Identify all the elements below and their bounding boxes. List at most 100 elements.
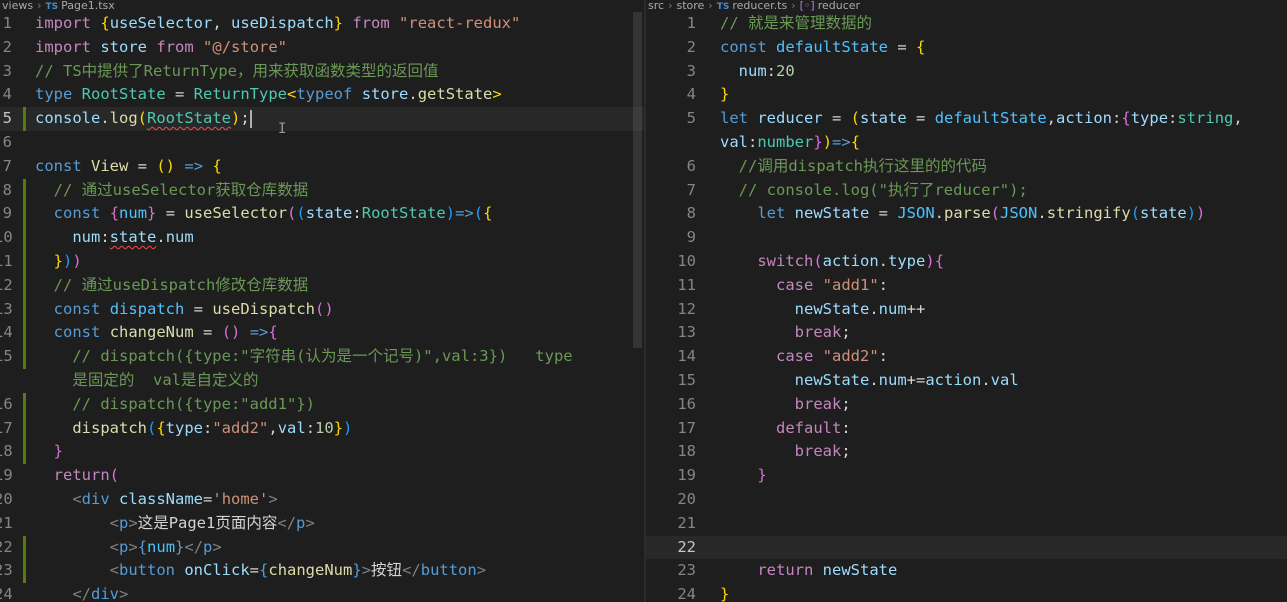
- code-line-current[interactable]: 22: [646, 535, 1287, 560]
- line-number: 11: [677, 275, 696, 294]
- line-number: 18: [677, 442, 696, 461]
- comment-text: 是固定的 val是自定义的: [35, 370, 259, 389]
- line-number: 19: [677, 466, 696, 485]
- comment-text: // TS中提供了ReturnType，用来获取函数类型的返回值: [35, 61, 439, 80]
- code-line[interactable]: 20: [646, 488, 1287, 512]
- code-line-wrapped[interactable]: val:number})=>{: [646, 131, 1287, 155]
- typescript-icon: TS: [716, 2, 730, 12]
- gutter-change-marker: [23, 392, 26, 417]
- code-line[interactable]: 15 newState.num+=action.val: [646, 369, 1287, 393]
- code-line[interactable]: 6 //调用dispatch执行这里的的代码: [646, 155, 1287, 179]
- code-line[interactable]: 7 const View = () => {: [0, 155, 644, 179]
- code-line-wrapped[interactable]: 是固定的 val是自定义的: [0, 369, 644, 393]
- code-line[interactable]: 4}: [646, 83, 1287, 107]
- code-text: default:: [776, 418, 851, 437]
- code-text: import store from "@/store": [35, 37, 288, 56]
- gutter-change-marker: [23, 297, 26, 322]
- code-line[interactable]: 21: [646, 512, 1287, 536]
- line-number: 5: [686, 109, 696, 128]
- comment-text: // dispatch({type:"字符串(认为是一个记号)",val:3})…: [35, 347, 573, 366]
- line-number: 16: [0, 394, 13, 413]
- line-number: 4: [2, 85, 12, 104]
- code-line[interactable]: 11 })): [0, 249, 644, 274]
- gutter-change-marker: [23, 440, 26, 465]
- code-line[interactable]: 3 // TS中提供了ReturnType，用来获取函数类型的返回值: [0, 60, 644, 84]
- code-line[interactable]: 8 let newState = JSON.parse(JSON.stringi…: [646, 202, 1287, 226]
- chevron-right-icon: ›: [37, 0, 42, 12]
- line-number: 10: [677, 251, 696, 270]
- code-line[interactable]: 6: [0, 131, 644, 155]
- code-line[interactable]: 7 // console.log("执行了reducer");: [646, 179, 1287, 203]
- editor-pane-reducer[interactable]: src › store › TS reducer.ts › [◦] reducer 1// 就是…: [646, 0, 1287, 602]
- line-number: 2: [686, 37, 696, 56]
- line-number: 13: [677, 323, 696, 342]
- breadcrumb-folder-views[interactable]: views: [2, 0, 33, 12]
- code-line[interactable]: 17 default:: [646, 417, 1287, 441]
- scrollbar-thumb[interactable]: [633, 12, 642, 348]
- code-text: num:20: [738, 61, 795, 80]
- comment-text: //调用dispatch执行这里的的代码: [720, 156, 987, 175]
- code-text: }: [720, 85, 730, 104]
- code-text: }: [53, 442, 64, 461]
- code-line-current[interactable]: 5 console.log(RootState);: [0, 107, 644, 131]
- line-number: 6: [2, 132, 12, 151]
- code-text: </div>: [72, 585, 129, 602]
- code-line[interactable]: 4 type RootState = ReturnType<typeof stor…: [0, 83, 644, 107]
- code-line[interactable]: 19 }: [646, 464, 1287, 488]
- code-text: const defaultState = {: [720, 37, 926, 56]
- code-line[interactable]: 17 dispatch({type:"add2",val:10}): [0, 416, 644, 441]
- line-number: 19: [0, 466, 13, 485]
- code-line[interactable]: 18 }: [0, 440, 644, 465]
- code-line[interactable]: 13 break;: [646, 321, 1287, 345]
- code-line[interactable]: 10 switch(action.type){: [646, 250, 1287, 274]
- code-line[interactable]: 2 const defaultState = {: [646, 36, 1287, 60]
- code-line[interactable]: 8 // 通过useSelector获取仓库数据: [0, 178, 644, 203]
- code-line[interactable]: 9 const {num} = useSelector((state:RootS…: [0, 202, 644, 227]
- code-line[interactable]: 18 break;: [646, 440, 1287, 464]
- code-line[interactable]: 24 </div>: [0, 583, 644, 602]
- code-line[interactable]: 2 import store from "@/store": [0, 36, 644, 60]
- breadcrumb-symbol-reducer[interactable]: reducer: [818, 0, 860, 12]
- code-line[interactable]: 15 // dispatch({type:"字符串(认为是一个记号)",val:…: [0, 345, 644, 369]
- code-line[interactable]: 23 return newState: [646, 559, 1287, 583]
- breadcrumb-folder-store[interactable]: store: [676, 0, 704, 12]
- code-line[interactable]: 14 case "add2":: [646, 345, 1287, 369]
- code-line[interactable]: 14 const changeNum = () =>{: [0, 321, 644, 346]
- gutter-change-marker: [23, 202, 26, 227]
- code-area[interactable]: 1 // 就是来管理数据的 2 const defaultState = { 3 n…: [646, 12, 1287, 602]
- code-text: }: [757, 466, 767, 485]
- chevron-right-icon: ›: [668, 0, 673, 12]
- breadcrumb-file-reducer[interactable]: reducer.ts: [732, 0, 787, 12]
- code-line[interactable]: 23 <button onClick={changeNum}>按钮</butto…: [0, 559, 644, 584]
- code-line[interactable]: 11 case "add1":: [646, 274, 1287, 298]
- code-line[interactable]: 16 // dispatch({type:"add1"}): [0, 392, 644, 417]
- code-line[interactable]: 1 // 就是来管理数据的: [646, 12, 1287, 36]
- code-line[interactable]: 21 <p>这是Page1页面内容</p>: [0, 512, 644, 536]
- code-line[interactable]: 22 <p>{num}</p>: [0, 535, 644, 560]
- vertical-scrollbar[interactable]: [630, 12, 644, 602]
- breadcrumb-file-page1[interactable]: Page1.tsx: [61, 0, 115, 12]
- code-line[interactable]: 24}: [646, 583, 1287, 602]
- line-number: 20: [677, 489, 696, 508]
- code-line[interactable]: 1 import {useSelector, useDispatch} from …: [0, 12, 644, 36]
- line-number: 12: [0, 275, 13, 294]
- code-line[interactable]: 9: [646, 226, 1287, 250]
- code-line[interactable]: 12 newState.num++: [646, 298, 1287, 322]
- code-line[interactable]: 12 // 通过useDispatch修改仓库数据: [0, 273, 644, 298]
- code-line[interactable]: 3 num:20: [646, 60, 1287, 84]
- code-line[interactable]: 16 break;: [646, 393, 1287, 417]
- code-text: <button onClick={changeNum}>按钮</button>: [109, 561, 487, 580]
- gutter-change-marker: [23, 559, 26, 584]
- line-number: 18: [0, 442, 13, 461]
- code-text: newState.num+=action.val: [794, 370, 1019, 389]
- code-line[interactable]: 20 <div className='home'>: [0, 488, 644, 512]
- code-line[interactable]: 19 return(: [0, 464, 644, 488]
- text-caret: [249, 109, 252, 128]
- code-area[interactable]: 1 import {useSelector, useDispatch} from …: [0, 12, 644, 602]
- editor-pane-page1[interactable]: views › TS Page1.tsx 1 import {useSelector, …: [0, 0, 644, 602]
- code-line[interactable]: 13 const dispatch = useDispatch(): [0, 297, 644, 322]
- code-line[interactable]: 10 num:state.num: [0, 226, 644, 250]
- breadcrumb-folder-src[interactable]: src: [648, 0, 664, 12]
- code-text: break;: [794, 442, 851, 461]
- code-line[interactable]: 5 let reducer = (state = defaultState,act…: [646, 107, 1287, 131]
